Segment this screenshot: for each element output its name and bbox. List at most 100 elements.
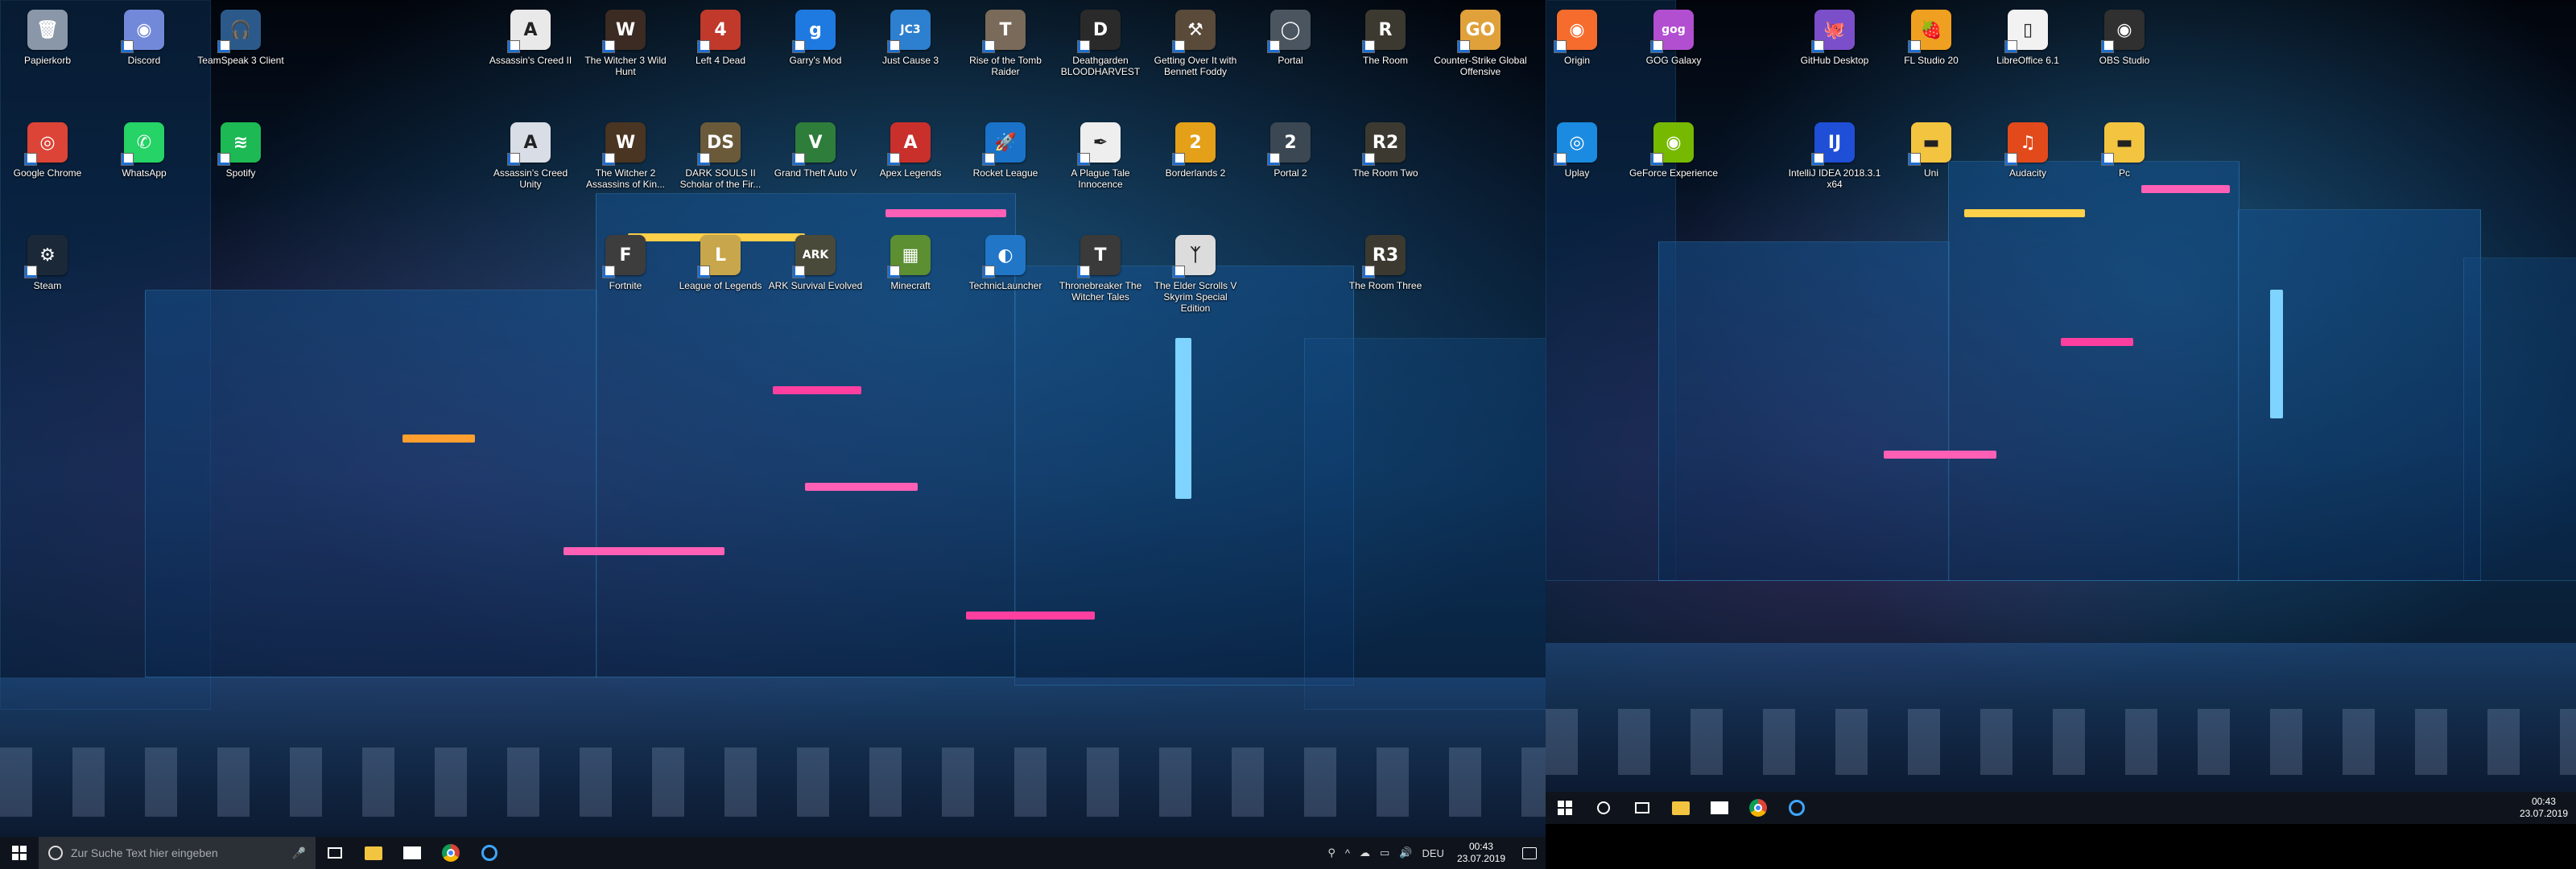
desktop-shortcut-label: Pc: [2118, 167, 2130, 179]
desktop-shortcut[interactable]: R3 The Room Three: [1338, 229, 1433, 338]
desktop-shortcut[interactable]: 2 Portal 2: [1243, 116, 1338, 225]
action-center-button[interactable]: [1513, 837, 1546, 869]
desktop-shortcut-label: TechnicLauncher: [968, 280, 1042, 291]
task-view-button-2[interactable]: [1623, 792, 1662, 824]
desktop-shortcut[interactable]: 2 Borderlands 2: [1148, 116, 1243, 225]
taskbar-file-explorer[interactable]: [354, 837, 393, 869]
desktop-shortcut[interactable]: A Assassin's Creed II: [483, 3, 578, 113]
thronebreaker-icon: T: [1077, 235, 1121, 278]
desktop-shortcut-label: DARK SOULS II Scholar of the Fir...: [679, 167, 762, 190]
notification-icon: [1522, 846, 1537, 859]
deathgarden-icon: D: [1077, 10, 1121, 53]
microphone-icon[interactable]: 🎤: [292, 846, 306, 860]
desktop-shortcut[interactable]: 🎧 TeamSpeak 3 Client: [193, 3, 288, 113]
desktop-shortcut[interactable]: 🍓 FL Studio 20: [1884, 3, 1979, 113]
desktop-shortcut[interactable]: ♫ Audacity: [1980, 116, 2075, 225]
taskbar-mail[interactable]: [393, 837, 431, 869]
taskbar-cortana[interactable]: [470, 837, 509, 869]
desktop-shortcut[interactable]: g Garry's Mod: [768, 3, 863, 113]
desktop-shortcut[interactable]: 🐙 GitHub Desktop: [1787, 3, 1882, 113]
desktop-shortcut[interactable]: A Apex Legends: [863, 116, 958, 225]
taskbar-chrome-2[interactable]: [1739, 792, 1777, 824]
desktop-shortcut[interactable]: ◉ Discord: [97, 3, 192, 113]
desktop-shortcut[interactable]: R The Room: [1338, 3, 1433, 113]
desktop-shortcut[interactable]: ◉ OBS Studio: [2077, 3, 2172, 113]
desktop-shortcut[interactable]: ▦ Minecraft: [863, 229, 958, 338]
task-view-button[interactable]: [316, 837, 354, 869]
desktop-shortcut[interactable]: ◐ TechnicLauncher: [958, 229, 1053, 338]
portal-icon: ◯: [1267, 10, 1311, 53]
desktop-shortcut[interactable]: 4 Left 4 Dead: [673, 3, 768, 113]
desktop-shortcut[interactable]: gog GOG Galaxy: [1626, 3, 1721, 113]
search-input[interactable]: Zur Suche Text hier eingeben 🎤: [39, 837, 316, 869]
desktop-shortcut[interactable]: ◉ Origin: [1546, 3, 1624, 113]
desktop-shortcut[interactable]: W The Witcher 3 Wild Hunt: [578, 3, 673, 113]
desktop-shortcut[interactable]: ▬ Pc: [2077, 116, 2172, 225]
desktop-shortcut[interactable]: ◉ GeForce Experience: [1626, 116, 1721, 225]
desktop-shortcut-label: The Room: [1362, 55, 1409, 66]
desktop-shortcut[interactable]: L League of Legends: [673, 229, 768, 338]
system-tray-2: 00:43 23.07.2019: [2512, 792, 2576, 824]
volume-icon[interactable]: 🔊: [1394, 846, 1417, 859]
desktop-shortcut[interactable]: ✒ A Plague Tale Innocence: [1053, 116, 1148, 225]
desktop-shortcut[interactable]: A Assassin's Creed Unity: [483, 116, 578, 225]
taskbar-file-explorer-2[interactable]: [1662, 792, 1700, 824]
language-indicator[interactable]: DEU: [1417, 847, 1448, 859]
desktop-shortcut-label: Thronebreaker The Witcher Tales: [1059, 280, 1142, 303]
desktop-shortcut[interactable]: GO Counter-Strike Global Offensive: [1433, 3, 1528, 113]
taskbar-cortana-2[interactable]: [1777, 792, 1816, 824]
people-icon[interactable]: ⚲: [1323, 846, 1340, 859]
desktop-shortcut[interactable]: F Fortnite: [578, 229, 673, 338]
left4dead-icon: 4: [697, 10, 741, 53]
skyrim-icon: ᛉ: [1172, 235, 1216, 278]
desktop-shortcut[interactable]: ARK ARK Survival Evolved: [768, 229, 863, 338]
windows-start-icon: [1558, 801, 1572, 815]
desktop-shortcut[interactable]: R2 The Room Two: [1338, 116, 1433, 225]
desktop-shortcut-label: Grand Theft Auto V: [774, 167, 857, 179]
desktop-shortcut-label: FL Studio 20: [1904, 55, 1959, 66]
desktop-shortcut-label: Spotify: [225, 167, 256, 179]
desktop-shortcut[interactable]: ▯ LibreOffice 6.1: [1980, 3, 2075, 113]
taskbar-mail-2[interactable]: [1700, 792, 1739, 824]
desktop-shortcut[interactable]: 🗑 Papierkorb: [0, 3, 95, 113]
search-button-2[interactable]: [1584, 792, 1623, 824]
desktop-shortcut[interactable]: ᛉ The Elder Scrolls V Skyrim Special Edit…: [1148, 229, 1243, 338]
portal2-icon: 2: [1267, 122, 1311, 166]
desktop-shortcut[interactable]: ✆ WhatsApp: [97, 116, 192, 225]
desktop-shortcut[interactable]: ◎ Uplay: [1546, 116, 1624, 225]
desktop-shortcut-label: The Room Two: [1352, 167, 1418, 179]
desktop-shortcut[interactable]: ⚒ Getting Over It with Bennett Foddy: [1148, 3, 1243, 113]
task-view-icon: [1635, 802, 1649, 813]
mail-icon: [403, 846, 421, 859]
desktop-shortcut[interactable]: JC3 Just Cause 3: [863, 3, 958, 113]
desktop-shortcut[interactable]: V Grand Theft Auto V: [768, 116, 863, 225]
onedrive-icon[interactable]: ☁: [1355, 846, 1375, 859]
desktop-shortcut[interactable]: ◎ Google Chrome: [0, 116, 95, 225]
desktop-shortcut[interactable]: ▬ Uni: [1884, 116, 1979, 225]
hammer-icon: ⚒: [1172, 10, 1216, 53]
mail-icon: [1711, 801, 1728, 814]
desktop-shortcut[interactable]: T Thronebreaker The Witcher Tales: [1053, 229, 1148, 338]
desktop-shortcut[interactable]: DS DARK SOULS II Scholar of the Fir...: [673, 116, 768, 225]
desktop-shortcut[interactable]: D Deathgarden BLOODHARVEST: [1053, 3, 1148, 113]
desktop-shortcut[interactable]: IJ IntelliJ IDEA 2018.3.1 x64: [1787, 116, 1882, 225]
desktop-shortcut-label: TeamSpeak 3 Client: [197, 55, 284, 66]
start-button[interactable]: [0, 837, 39, 869]
tomb-raider-icon: T: [982, 10, 1026, 53]
desktop-shortcut[interactable]: ⚙ Steam: [0, 229, 95, 338]
clock-2[interactable]: 00:43 23.07.2019: [2512, 796, 2576, 820]
desktop-shortcut[interactable]: ≋ Spotify: [193, 116, 288, 225]
desktop-shortcut[interactable]: 🚀 Rocket League: [958, 116, 1053, 225]
clock-date: 23.07.2019: [2519, 808, 2568, 819]
clock[interactable]: 00:43 23.07.2019: [1449, 841, 1513, 865]
start-button-2[interactable]: [1546, 792, 1584, 824]
taskbar-chrome[interactable]: [431, 837, 470, 869]
show-hidden-icons-chevron-icon[interactable]: ^: [1340, 847, 1355, 859]
fl-studio-icon: 🍓: [1908, 10, 1951, 53]
desktop-shortcut[interactable]: W The Witcher 2 Assassins of Kin...: [578, 116, 673, 225]
desktop-shortcut-label: Borderlands 2: [1165, 167, 1226, 179]
network-icon[interactable]: ▭: [1375, 846, 1394, 859]
desktop-shortcut[interactable]: T Rise of the Tomb Raider: [958, 3, 1053, 113]
desktop-shortcut[interactable]: ◯ Portal: [1243, 3, 1338, 113]
dark-souls-icon: DS: [697, 122, 741, 166]
